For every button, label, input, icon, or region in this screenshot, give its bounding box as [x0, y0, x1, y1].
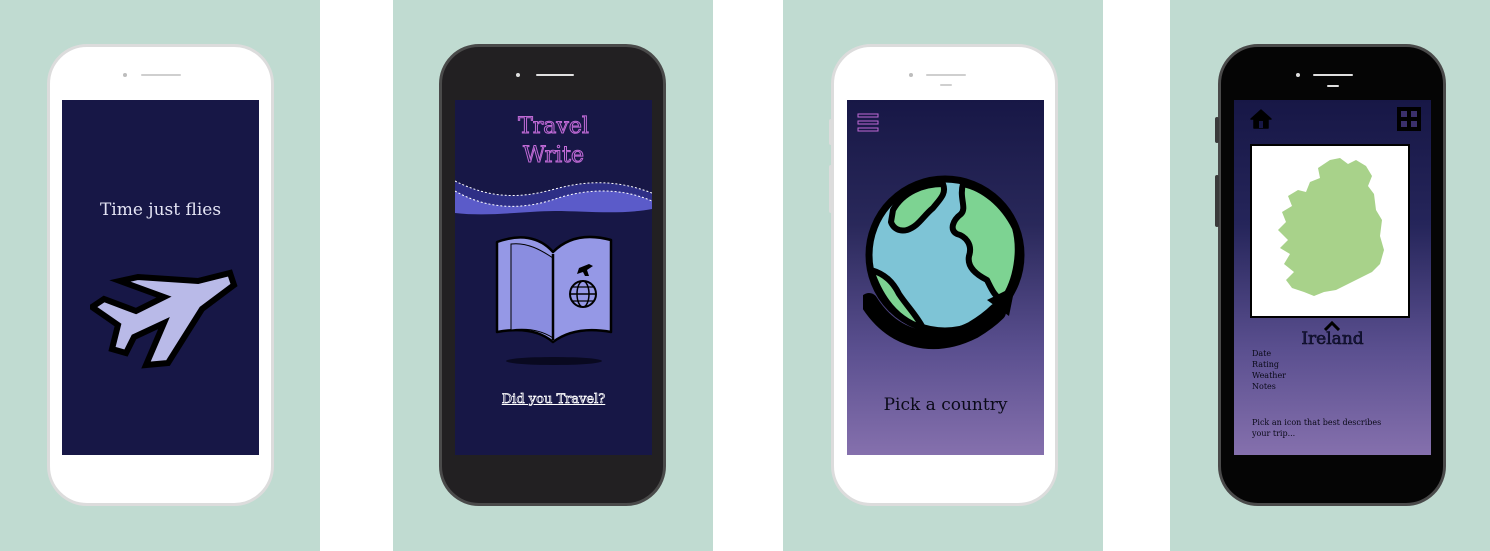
icon-hint-line1: Pick an icon that best describes — [1252, 418, 1382, 427]
open-passport-icon — [495, 235, 613, 365]
country-map-card — [1250, 144, 1410, 318]
trip-field-notes[interactable]: Notes — [1252, 382, 1276, 391]
speaker-slot — [536, 74, 574, 76]
camera-dot — [1296, 73, 1300, 77]
camera-dot — [123, 73, 127, 77]
side-button — [1215, 117, 1219, 143]
did-you-travel-link[interactable]: Did you Travel? — [455, 392, 652, 408]
app-title-line1: Travel — [518, 114, 590, 140]
grid-icon[interactable] — [1397, 107, 1421, 131]
country-name: Ireland — [1301, 329, 1364, 350]
trip-field-weather[interactable]: Weather — [1252, 371, 1286, 380]
splash-tagline: Time just flies — [99, 200, 222, 220]
side-button — [829, 165, 833, 213]
camera-dot — [516, 73, 520, 77]
airplane-icon — [90, 269, 238, 369]
globe-icon[interactable] — [863, 170, 1028, 380]
camera-dot — [909, 73, 913, 77]
screen-splash: Time just flies — [62, 100, 259, 455]
phone-frame-detail: Ireland Date Rating Weather Notes Pick a… — [1215, 44, 1446, 506]
trip-field-date[interactable]: Date — [1252, 349, 1271, 358]
phone-frame-splash: Time just flies — [47, 44, 274, 506]
screen-detail: Ireland Date Rating Weather Notes Pick a… — [1234, 100, 1431, 455]
pick-country-prompt: Pick a country — [883, 395, 1008, 415]
speaker-slot — [1327, 85, 1339, 87]
speaker-slot — [926, 74, 966, 76]
side-button — [829, 119, 833, 145]
phone-frame-picker: Pick a country — [829, 44, 1058, 506]
icon-hint-line2: your trip... — [1252, 429, 1296, 438]
phone-frame-home: Travel Write Did you Travel? — [439, 44, 666, 506]
screen-home: Travel Write Did you Travel? — [455, 100, 652, 455]
speaker-slot — [1313, 74, 1353, 76]
speaker-slot — [940, 84, 952, 86]
home-icon[interactable] — [1249, 108, 1273, 130]
speaker-slot — [141, 74, 181, 76]
screen-picker: Pick a country — [847, 100, 1044, 455]
wave-banner — [455, 180, 652, 215]
ireland-map — [1278, 158, 1384, 296]
side-button — [1215, 175, 1219, 227]
hamburger-menu-icon[interactable] — [857, 112, 879, 134]
app-title-line2: Write — [522, 143, 585, 169]
trip-field-rating[interactable]: Rating — [1252, 360, 1279, 369]
